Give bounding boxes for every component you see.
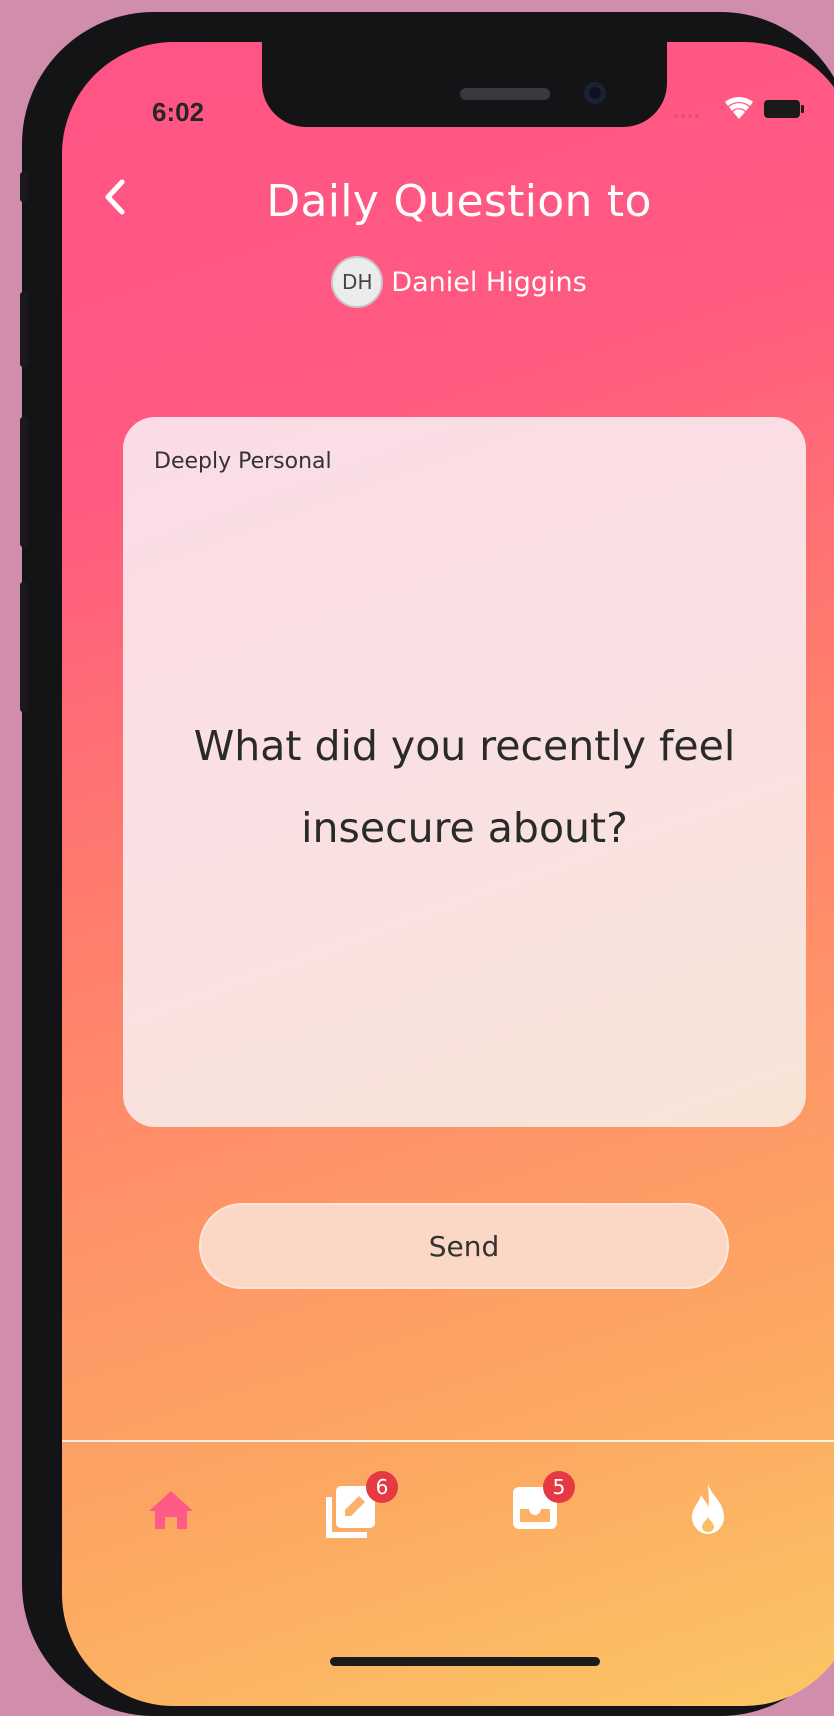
- screen: 6:02 Daily Question to DH Daniel Higgins…: [62, 42, 834, 1706]
- battery-icon: [764, 100, 804, 118]
- cards-badge: 6: [366, 1471, 398, 1503]
- side-button: [20, 172, 28, 202]
- card-category: Deeply Personal: [154, 449, 332, 474]
- wifi-icon: [725, 96, 753, 119]
- signal-icon: [674, 114, 699, 118]
- page-title: Daily Question to: [266, 176, 652, 227]
- send-button[interactable]: Send: [199, 1203, 729, 1289]
- volume-up-button: [20, 292, 28, 367]
- tab-inbox[interactable]: 5: [497, 1467, 577, 1547]
- speaker: [460, 88, 550, 100]
- status-time: 6:02: [152, 97, 205, 127]
- recipient-name: Daniel Higgins: [391, 266, 587, 298]
- tab-cards[interactable]: 6: [312, 1467, 398, 1547]
- status-icons: [674, 94, 814, 124]
- tab-home[interactable]: [131, 1467, 211, 1547]
- question-card[interactable]: Deeply Personal What did you recently fe…: [123, 417, 806, 1127]
- avatar: DH: [331, 256, 384, 308]
- inbox-badge: 5: [543, 1471, 575, 1503]
- tab-bar-divider: [62, 1440, 834, 1442]
- notch: [262, 42, 667, 127]
- front-camera: [584, 82, 606, 104]
- home-icon: [149, 1491, 193, 1529]
- phone-frame: 6:02 Daily Question to DH Daniel Higgins…: [20, 12, 834, 1716]
- recipient: DH Daniel Higgins: [62, 256, 834, 308]
- card-question: What did you recently feel insecure abou…: [193, 722, 736, 852]
- volume-down-button: [20, 417, 28, 547]
- mute-switch: [20, 582, 28, 712]
- tab-streak[interactable]: [668, 1467, 748, 1547]
- flame-icon: [692, 1483, 724, 1534]
- home-indicator: [330, 1657, 600, 1666]
